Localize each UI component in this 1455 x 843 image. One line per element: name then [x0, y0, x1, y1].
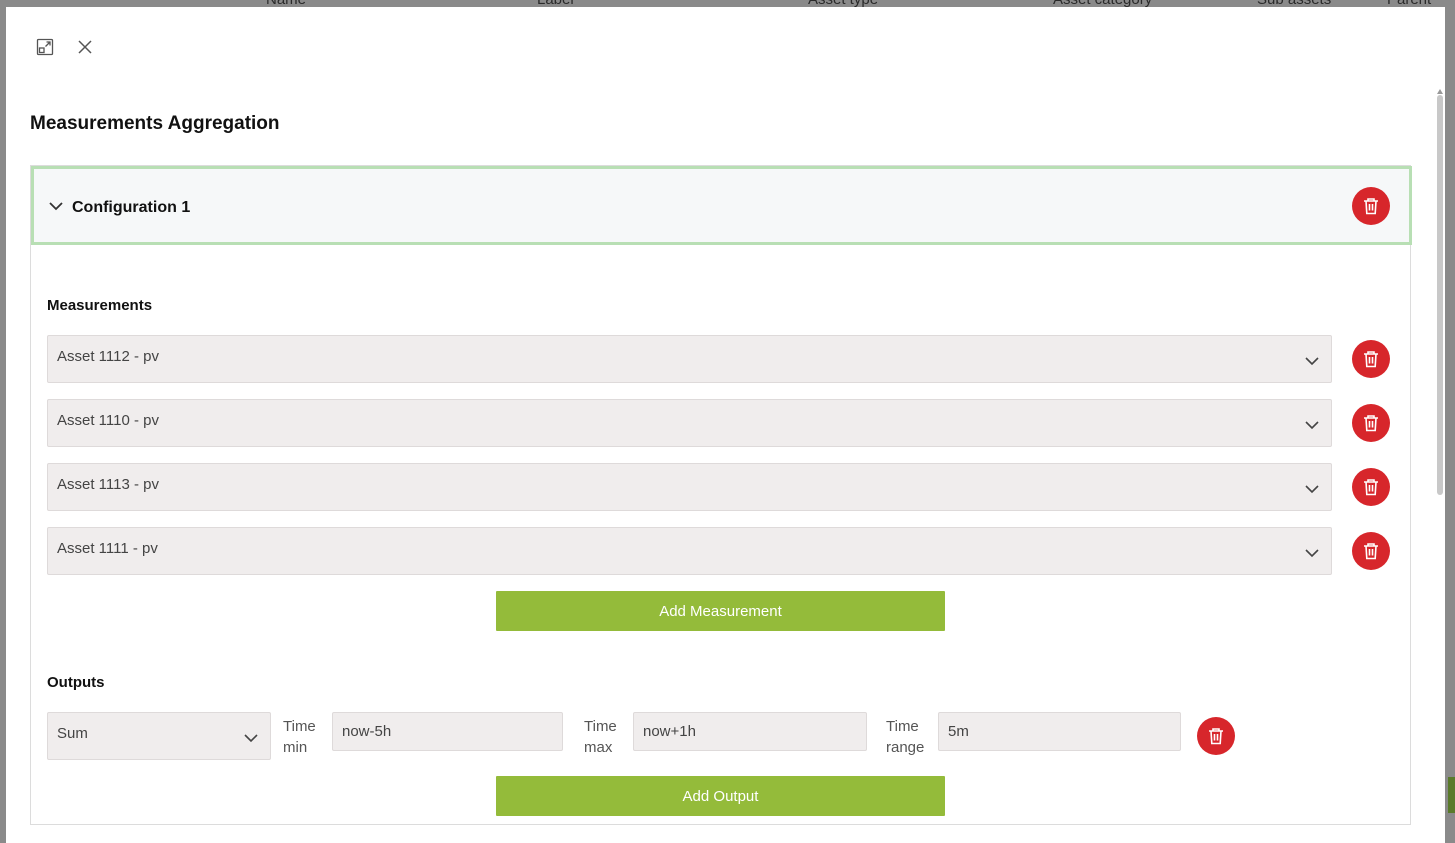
measurement-select[interactable]: Asset 1112 - pv [47, 335, 1332, 383]
scrollbar[interactable] [1437, 95, 1443, 495]
configuration-title: Configuration 1 [72, 199, 191, 216]
background-green-block [1448, 777, 1455, 813]
chevron-down-icon [1304, 353, 1320, 370]
modal-toolbar [36, 38, 94, 56]
delete-output-button[interactable] [1197, 717, 1235, 755]
modal-title: Measurements Aggregation [30, 113, 280, 134]
trash-icon [1364, 479, 1378, 496]
chevron-down-icon [1304, 417, 1320, 434]
chevron-down-icon[interactable] [48, 199, 64, 217]
delete-measurement-button[interactable] [1352, 404, 1390, 442]
time-range-input[interactable]: 5m [938, 712, 1181, 751]
measurement-value: Asset 1110 - pv [57, 412, 159, 429]
scroll-up-arrow[interactable] [1437, 89, 1443, 94]
delete-measurement-button[interactable] [1352, 340, 1390, 378]
trash-icon [1364, 351, 1378, 368]
chevron-down-icon [1304, 545, 1320, 562]
measurement-select[interactable]: Asset 1111 - pv [47, 527, 1332, 575]
trash-icon [1364, 415, 1378, 432]
aggregation-select[interactable]: Sum [47, 712, 271, 760]
time-range-label: Time range [886, 718, 925, 756]
chevron-down-icon [1304, 481, 1320, 498]
delete-measurement-button[interactable] [1352, 468, 1390, 506]
configuration-header[interactable]: Configuration 1 [31, 166, 1412, 245]
chevron-down-icon [243, 730, 259, 747]
measurement-select[interactable]: Asset 1110 - pv [47, 399, 1332, 447]
measurements-aggregation-modal: Measurements Aggregation Configuration 1… [6, 7, 1445, 843]
trash-icon [1364, 543, 1378, 560]
measurement-value: Asset 1111 - pv [57, 540, 158, 557]
measurement-value: Asset 1113 - pv [57, 476, 159, 493]
delete-measurement-button[interactable] [1352, 532, 1390, 570]
time-max-input[interactable]: now+1h [633, 712, 867, 751]
add-output-button[interactable]: Add Output [496, 776, 945, 816]
aggregation-value: Sum [57, 725, 88, 742]
time-min-label: Time min [283, 718, 316, 756]
configuration-card: Configuration 1 Measurements Asset 1112 … [30, 165, 1412, 825]
add-measurement-button[interactable]: Add Measurement [496, 591, 945, 631]
measurement-value: Asset 1112 - pv [57, 348, 159, 365]
close-icon[interactable] [76, 38, 94, 56]
delete-configuration-button[interactable] [1352, 187, 1390, 225]
measurements-label: Measurements [47, 297, 153, 314]
time-max-label: Time max [584, 718, 617, 756]
outputs-label: Outputs [47, 674, 105, 691]
measurement-select[interactable]: Asset 1113 - pv [47, 463, 1332, 511]
time-min-input[interactable]: now-5h [332, 712, 563, 751]
expand-icon[interactable] [36, 38, 54, 56]
trash-icon [1209, 728, 1223, 745]
trash-icon [1364, 198, 1378, 215]
